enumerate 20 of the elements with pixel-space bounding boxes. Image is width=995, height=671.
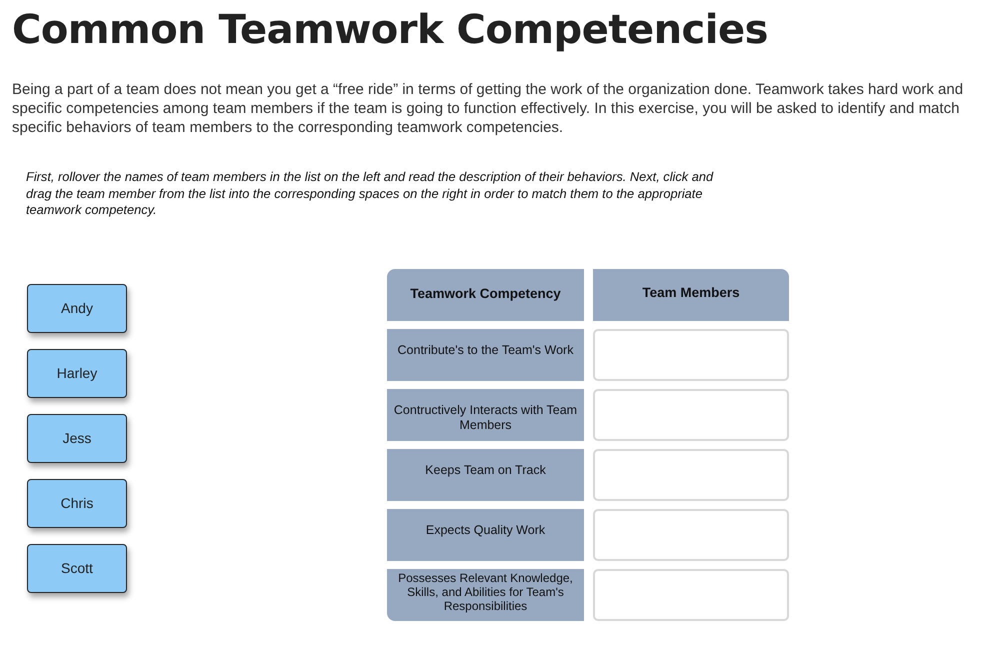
team-member-tile[interactable]: Jess: [27, 414, 127, 462]
drop-zone[interactable]: [593, 508, 789, 560]
competency-cell: Contribute's to the Team's Work: [387, 328, 584, 380]
drop-zone[interactable]: [593, 568, 789, 620]
competency-cell: Contructively Interacts with Team Members: [387, 388, 584, 440]
competency-cell: Possesses Relevant Knowledge, Skills, and Abilities for Team's Responsibilities: [387, 568, 584, 620]
team-member-tile[interactable]: Scott: [27, 544, 127, 592]
instructions-text: First, rollover the names of team members in the list on the left and read the description of their behaviors. Next, click and drag the team member from the list into the corresponding spaces on the right in order to match them to the appropriate teamwork competency.: [26, 169, 714, 218]
drop-zone[interactable]: [593, 448, 789, 500]
drop-zone[interactable]: [593, 328, 789, 380]
team-member-tile[interactable]: Andy: [27, 284, 127, 332]
competency-cell: Expects Quality Work: [387, 508, 584, 560]
team-member-tile[interactable]: Harley: [27, 348, 127, 398]
competency-cell: Keeps Team on Track: [387, 448, 584, 500]
column-header: Teamwork Competency: [387, 268, 584, 320]
page-title: Common Teamwork Competencies: [12, 6, 769, 54]
team-member-tile[interactable]: Chris: [27, 478, 127, 528]
column-header: Team Members: [593, 268, 789, 320]
drop-zone[interactable]: [593, 388, 789, 440]
intro-paragraph: Being a part of a team does not mean you get a “free ride” in terms of getting the work of the organization done. Teamwork takes hard work and specific competencies among team members if the team is going to function effectively. In this exercise, you will be asked to identify and match specific behaviors of team members to the corresponding teamwork competencies.: [12, 80, 964, 137]
